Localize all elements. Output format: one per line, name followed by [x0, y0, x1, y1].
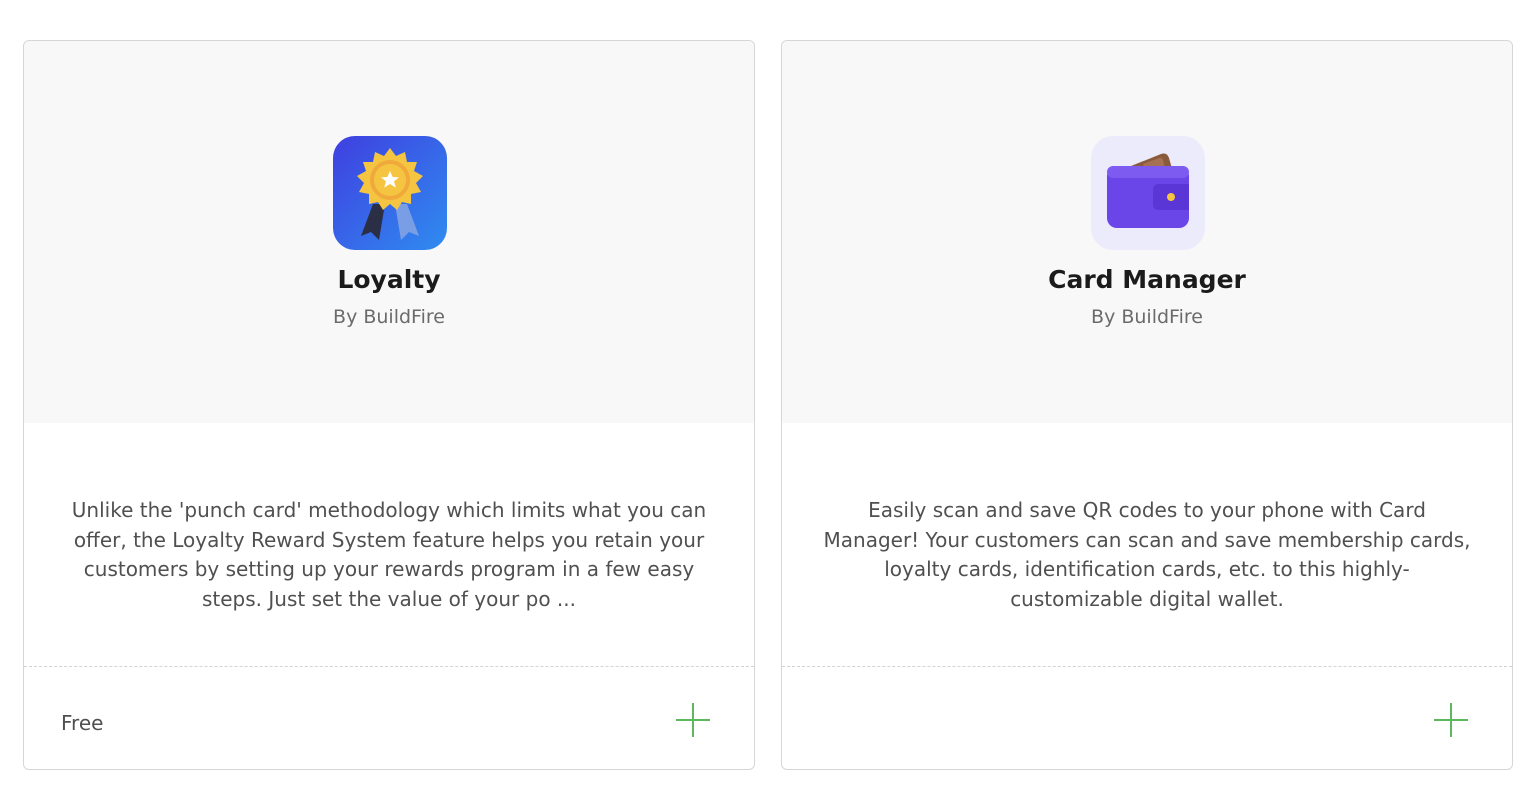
plus-icon	[676, 703, 710, 737]
app-description: Easily scan and save QR codes to your ph…	[823, 498, 1471, 611]
card-divider	[782, 666, 1512, 667]
app-title: Loyalty	[337, 265, 441, 294]
wallet-icon	[1091, 136, 1205, 250]
medal-icon	[333, 136, 447, 250]
add-plugin-button[interactable]	[674, 701, 712, 739]
price-label: Free	[61, 711, 104, 735]
plus-icon	[1434, 703, 1468, 737]
card-divider	[24, 666, 754, 667]
app-description: Unlike the 'punch card' methodology whic…	[71, 498, 707, 611]
app-title: Card Manager	[1048, 265, 1246, 294]
card-header: Card Manager By BuildFire	[782, 41, 1512, 423]
plugin-card-loyalty[interactable]: Loyalty By BuildFire Unlike the 'punch c…	[23, 40, 755, 770]
plugin-card-card-manager[interactable]: Card Manager By BuildFire Easily scan an…	[781, 40, 1513, 770]
add-plugin-button[interactable]	[1432, 701, 1470, 739]
app-author: By BuildFire	[1091, 306, 1203, 328]
app-author: By BuildFire	[333, 306, 445, 328]
card-header: Loyalty By BuildFire	[24, 41, 754, 423]
